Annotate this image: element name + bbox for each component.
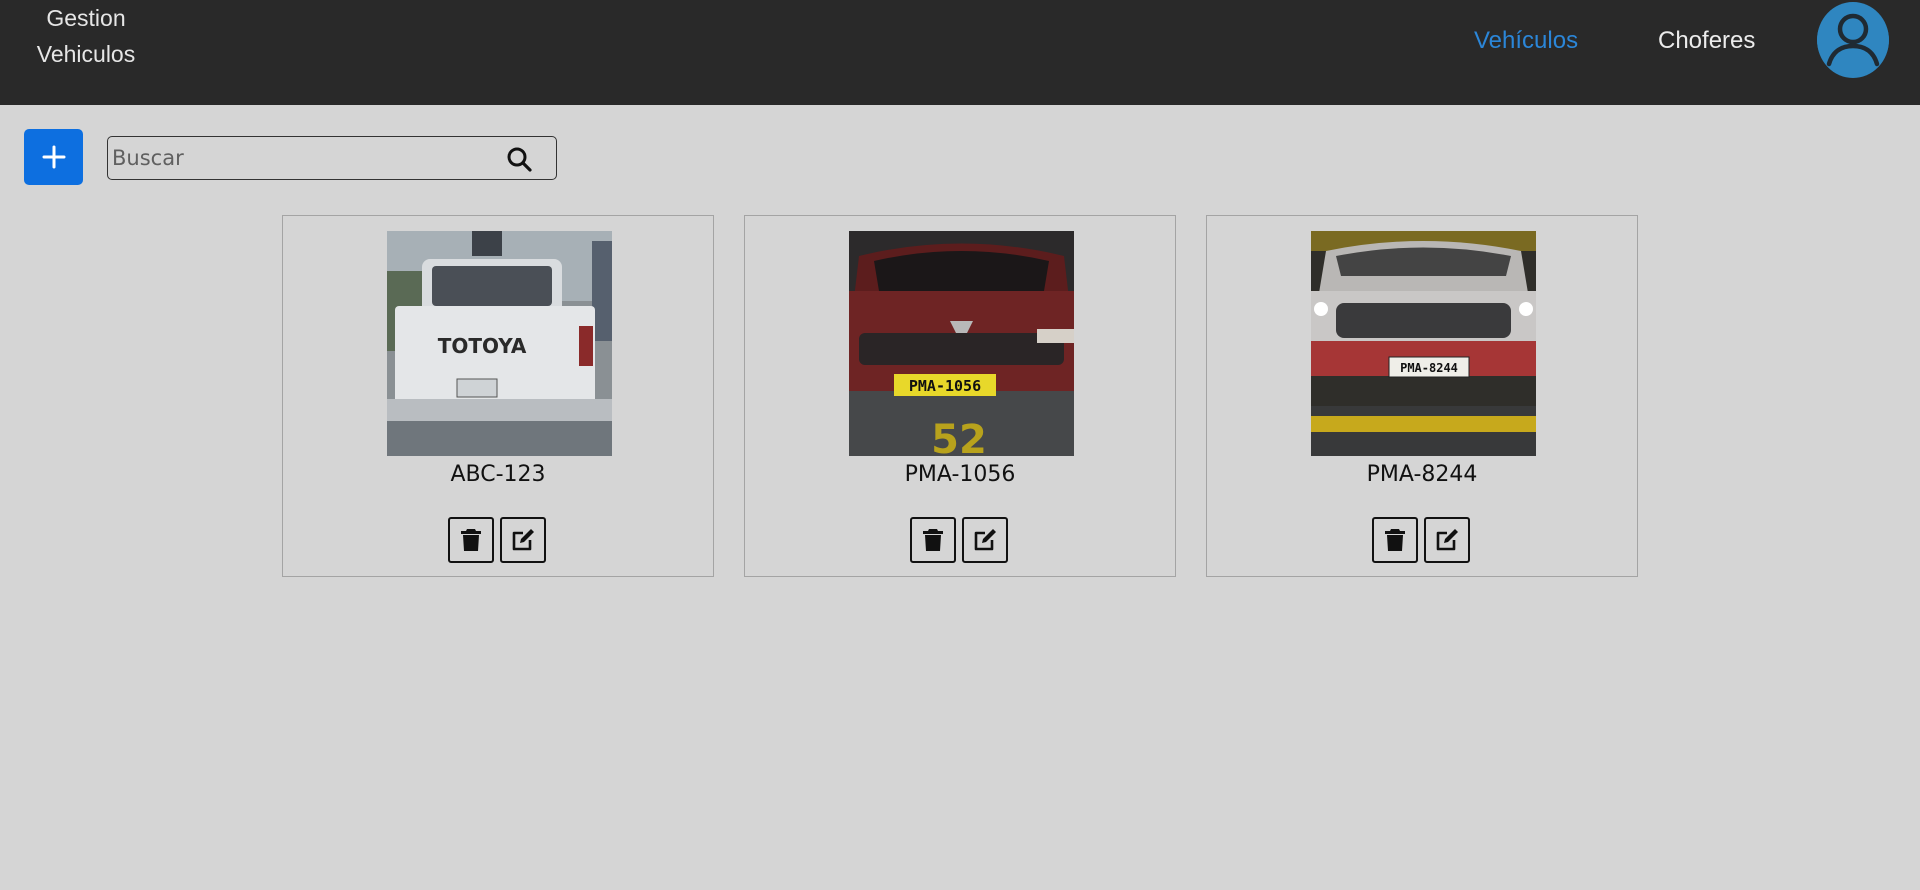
vehicle-card: PMA-1056 52 PMA-1056 (744, 215, 1176, 577)
vehicle-card: PMA-8244 PMA-8244 (1206, 215, 1638, 577)
delete-vehicle-button[interactable] (448, 517, 494, 563)
vehicle-photo-text: TOTOYA (438, 334, 527, 358)
svg-text:52: 52 (931, 417, 987, 456)
vehicle-photo-text: PMA-1056 (909, 377, 981, 395)
nav-link-vehiculos[interactable]: Vehículos (1474, 24, 1578, 58)
vehicle-plate: ABC-123 (450, 462, 546, 487)
add-vehicle-button[interactable] (24, 129, 83, 185)
vehicle-card: TOTOYA ABC-123 (282, 215, 714, 577)
edit-icon (512, 529, 534, 551)
delete-vehicle-button[interactable] (1372, 517, 1418, 563)
edit-vehicle-button[interactable] (500, 517, 546, 563)
brand-line-2: Vehiculos (36, 41, 136, 67)
top-navbar: Gestion Vehiculos Vehículos Choferes (0, 0, 1920, 105)
plus-icon (42, 145, 65, 169)
search-icon[interactable] (506, 146, 532, 172)
vehicle-photo: PMA-8244 (1311, 231, 1536, 456)
vehicle-plate: PMA-1056 (904, 462, 1016, 487)
edit-icon (1436, 529, 1458, 551)
edit-icon (974, 529, 996, 551)
vehicle-plate: PMA-8244 (1366, 462, 1478, 487)
edit-vehicle-button[interactable] (962, 517, 1008, 563)
search-input[interactable] (110, 139, 500, 177)
vehicle-photo: PMA-1056 52 (849, 231, 1074, 456)
nav-link-choferes[interactable]: Choferes (1658, 24, 1755, 58)
search-box (107, 136, 557, 180)
edit-vehicle-button[interactable] (1424, 517, 1470, 563)
trash-icon (461, 529, 481, 551)
trash-icon (923, 529, 943, 551)
brand-title[interactable]: Gestion Vehiculos (26, 0, 146, 72)
trash-icon (1385, 529, 1405, 551)
user-avatar-icon[interactable] (1817, 2, 1889, 78)
brand-line-1: Gestion (46, 5, 126, 31)
vehicle-photo: TOTOYA (387, 231, 612, 456)
vehicle-photo-text: PMA-8244 (1400, 361, 1458, 375)
delete-vehicle-button[interactable] (910, 517, 956, 563)
